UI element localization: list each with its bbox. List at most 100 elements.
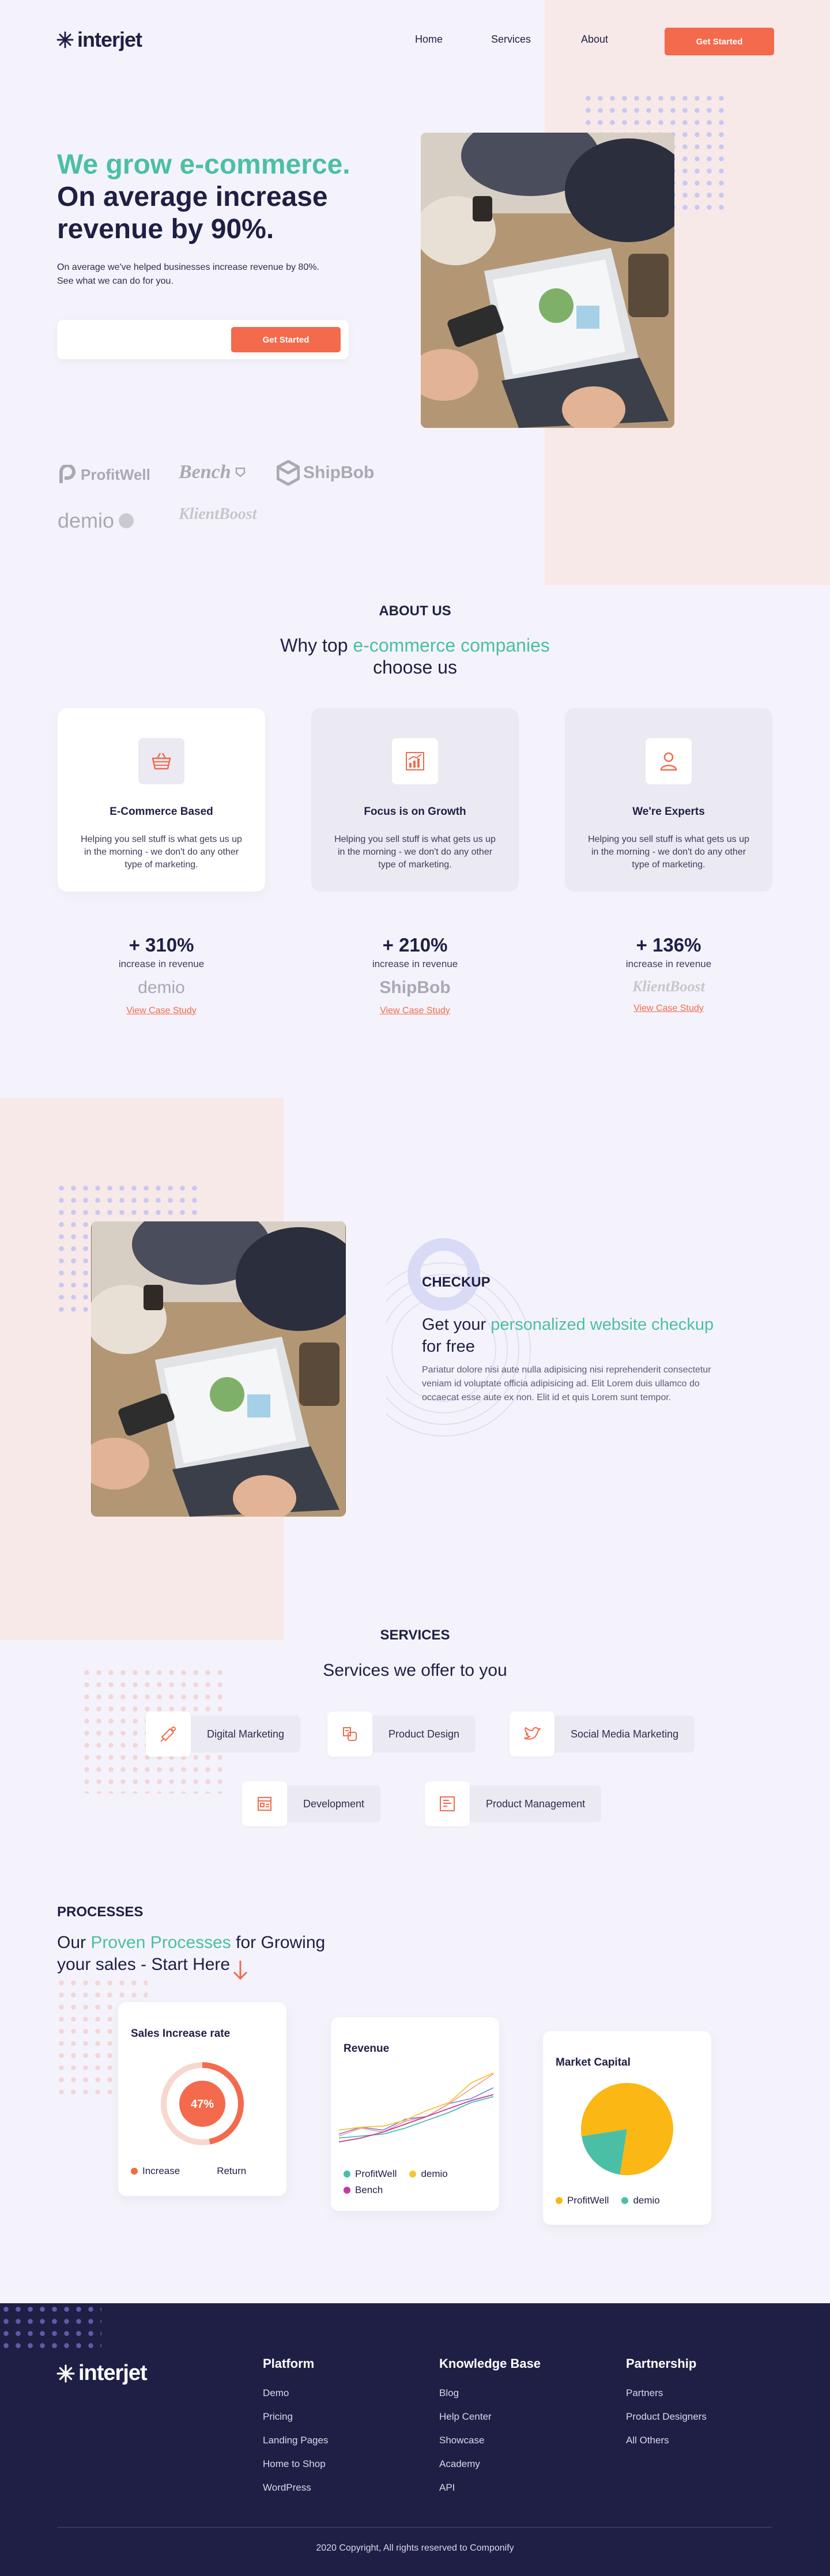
footer-link-partners[interactable]: Partners <box>626 2387 707 2399</box>
hero-get-started-button[interactable]: Get Started <box>231 327 341 352</box>
footer-column-knowledge-base: Knowledge Base Blog Help Center Showcase… <box>439 2356 541 2506</box>
footer-link-pricing[interactable]: Pricing <box>263 2411 328 2423</box>
partner-logo-profitwell: ProfitWell <box>58 465 150 484</box>
about-card-title: Focus is on Growth <box>364 806 466 818</box>
footer-logo[interactable]: interjet <box>56 2361 148 2386</box>
footer-link-help-center[interactable]: Help Center <box>439 2411 541 2423</box>
footer-link-all-others[interactable]: All Others <box>626 2435 707 2446</box>
service-product-design[interactable]: Product Design <box>327 1712 476 1757</box>
service-icon-box <box>425 1781 470 1826</box>
partner-name-demio: demio <box>58 509 115 532</box>
footer-column-title: Platform <box>263 2356 315 2371</box>
legend-label-return: Return <box>217 2165 247 2176</box>
legend-swatch-return <box>205 2168 213 2175</box>
partner-name-shipbob: ShipBob <box>303 463 375 482</box>
legend-label-increase: Increase <box>142 2165 180 2176</box>
bench-badge-icon <box>235 467 245 477</box>
nav-home[interactable]: Home <box>415 33 443 46</box>
view-case-study-link[interactable]: View Case Study <box>311 1006 519 1016</box>
processes-title-pre: Our <box>57 1933 91 1952</box>
footer-link-blog[interactable]: Blog <box>439 2387 541 2399</box>
star-logo-icon <box>56 2364 75 2382</box>
footer-link-product-designers[interactable]: Product Designers <box>626 2411 707 2423</box>
legend-swatch-profitwell <box>556 2197 563 2204</box>
nav-services[interactable]: Services <box>491 33 531 46</box>
legend-item-demio: demio <box>621 2195 660 2206</box>
shipbob-box-icon <box>277 460 300 486</box>
arrow-down-icon <box>233 1961 248 1980</box>
checkup-team-photo <box>91 1221 346 1517</box>
about-card-title: E-Commerce Based <box>110 806 213 818</box>
design-tools-icon <box>343 1727 357 1741</box>
about-card-icon-box <box>646 738 692 784</box>
processes-label: PROCESSES <box>57 1904 144 1920</box>
chart-card-revenue: Revenue ProfitWell demio Bench <box>331 2017 499 2211</box>
service-label: Development <box>287 1785 381 1822</box>
legend-item-return: Return <box>205 2165 246 2177</box>
hero-headline-line2: On average increase <box>57 182 328 212</box>
hero-headline: We grow e-commerce. On average increase … <box>57 149 414 246</box>
processes-title-accent: Proven Processes <box>90 1933 231 1952</box>
service-label: Product Design <box>372 1716 476 1753</box>
about-label: ABOUT US <box>379 603 451 619</box>
stat-label: increase in revenue <box>118 958 205 969</box>
about-title-post: choose us <box>373 657 457 678</box>
footer-link-academy[interactable]: Academy <box>439 2458 541 2470</box>
service-icon-box <box>242 1781 287 1826</box>
basket-icon <box>152 753 171 770</box>
office-photo-illustration <box>91 1221 346 1517</box>
checkup-title-post: for free <box>422 1337 475 1356</box>
legend-swatch-increase <box>131 2168 138 2175</box>
legend-label-profitwell: ProfitWell <box>567 2195 609 2206</box>
partner-logo-klientboost: KlientBoost <box>179 505 256 524</box>
nav-about[interactable]: About <box>581 33 608 46</box>
donut-chart: 47% <box>161 2062 244 2145</box>
footer: interjet Platform Demo Pricing Landing P… <box>0 2303 830 2576</box>
about-card-ecommerce: E-Commerce Based Helping you sell stuff … <box>58 708 265 892</box>
footer-link-wordpress[interactable]: WordPress <box>263 2482 328 2494</box>
stat-brand-logo: KlientBoost <box>632 978 705 995</box>
footer-link-showcase[interactable]: Showcase <box>439 2435 541 2446</box>
checkup-title-pre: Get your <box>422 1315 491 1334</box>
partner-logo-demio: demio <box>58 509 135 533</box>
footer-column-title: Knowledge Base <box>439 2356 541 2371</box>
partner-logo-shipbob: ShipBob <box>277 460 374 486</box>
footer-link-landing-pages[interactable]: Landing Pages <box>263 2435 328 2446</box>
checkup-label: CHECKUP <box>422 1274 491 1290</box>
line-series-bench <box>338 2094 494 2143</box>
nav-get-started-button[interactable]: Get Started <box>665 28 774 55</box>
chart-title: Market Capital <box>556 2056 631 2069</box>
service-social-media-marketing[interactable]: Social Media Marketing <box>510 1712 695 1757</box>
pie-slice-profitwell <box>581 2129 627 2175</box>
processes-title-post: for Growing <box>231 1933 326 1952</box>
hero-email-input[interactable] <box>64 327 220 352</box>
services-label: SERVICES <box>380 1627 450 1643</box>
chart-card-market-capital: Market Capital ProfitWell demio <box>543 2031 711 2225</box>
chart-legend: Increase Return <box>131 2165 246 2177</box>
hero-subtext: On average we've helped businesses incre… <box>57 261 319 288</box>
service-development[interactable]: Development <box>242 1781 381 1826</box>
stat-value: + 210% <box>382 934 448 956</box>
view-case-study-link[interactable]: View Case Study <box>58 1006 265 1016</box>
demio-bubble-icon <box>119 513 134 528</box>
stat-label: increase in revenue <box>372 958 458 969</box>
footer-link-home-to-shop[interactable]: Home to Shop <box>263 2458 328 2470</box>
footer-column-platform: Platform Demo Pricing Landing Pages Home… <box>263 2356 328 2506</box>
line-series-profitwell <box>338 2096 494 2139</box>
stat-brand-logo: demio <box>138 978 185 997</box>
legend-swatch-demio <box>621 2197 629 2204</box>
about-card-growth: Focus is on Growth Helping you sell stuf… <box>311 708 519 892</box>
partner-name-klientboost: KlientBoost <box>179 505 257 523</box>
logo[interactable]: interjet <box>56 28 142 52</box>
logo-text: interjet <box>77 28 142 51</box>
footer-link-api[interactable]: API <box>439 2482 541 2494</box>
chart-legend: ProfitWell demio <box>556 2195 660 2206</box>
service-product-management[interactable]: Product Management <box>425 1781 602 1826</box>
hero-headline-accent: We grow e-commerce. <box>57 149 350 180</box>
footer-link-demo[interactable]: Demo <box>263 2387 328 2399</box>
service-digital-marketing[interactable]: Digital Marketing <box>146 1712 301 1757</box>
processes-title-line2: your sales - Start Here <box>57 1955 231 1974</box>
view-case-study-link[interactable]: View Case Study <box>565 1003 772 1014</box>
stat-value: + 310% <box>129 934 194 956</box>
about-title-pre: Why top <box>280 635 353 656</box>
